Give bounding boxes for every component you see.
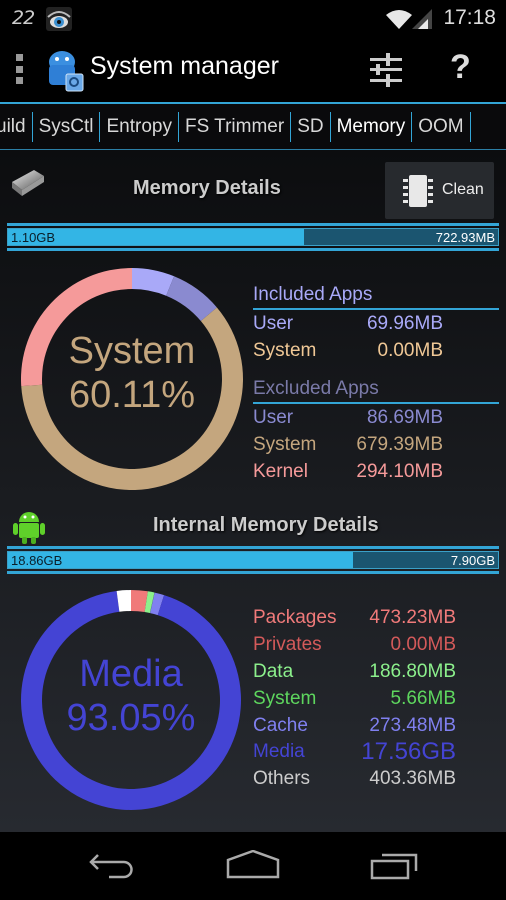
legend-value: 186.80MB (369, 660, 456, 682)
help-button[interactable]: ? (450, 48, 471, 87)
memory-details-title: Memory Details (133, 177, 281, 199)
app-logo-icon (49, 51, 84, 92)
status-bar: 22 17:18 (0, 0, 506, 38)
legend-row: User 69.96MB (253, 312, 443, 334)
excluded-apps-title: Excluded Apps (253, 378, 499, 404)
eye-notification-icon (46, 7, 72, 31)
back-icon[interactable] (88, 850, 138, 880)
home-icon[interactable] (226, 850, 280, 880)
overflow-menu-icon[interactable] (16, 54, 24, 84)
donut-category: System (68, 330, 196, 372)
app-title: System manager (90, 52, 279, 80)
legend-label: System (253, 687, 317, 709)
legend-label: Media (253, 741, 305, 763)
legend-row: System 679.39MB (253, 433, 443, 455)
legend-row: Packages 473.23MB (253, 605, 456, 632)
tab-entropy[interactable]: Entropy (100, 112, 179, 142)
legend-row: Media 17.56GB (253, 738, 456, 766)
legend-label: Privates (253, 634, 322, 656)
notification-number: 22 (12, 7, 35, 29)
storage-free-value: 7.90GB (450, 553, 495, 568)
navigation-bar (0, 832, 506, 900)
legend-row: Privates 0.00MB (253, 632, 456, 659)
action-bar: System manager ? (0, 38, 506, 102)
legend-value: 5.66MB (390, 687, 456, 709)
tab-oom[interactable]: OOM (412, 112, 471, 142)
storage-used-value: 18.86GB (11, 553, 63, 568)
tab-fs-trimmer[interactable]: FS Trimmer (179, 112, 292, 142)
ram-chip-icon (12, 170, 44, 196)
legend-row: System 0.00MB (253, 339, 443, 361)
legend-value: 473.23MB (369, 607, 456, 629)
internal-memory-title: Internal Memory Details (153, 514, 379, 536)
ram-used-value: 1.10GB (11, 230, 56, 245)
chip-icon (403, 175, 433, 207)
storage-legend: Packages 473.23MB Privates 0.00MB Data 186.80… (253, 605, 456, 793)
storage-donut-label: Media 93.05% (20, 653, 242, 740)
sliders-icon[interactable] (364, 52, 408, 88)
legend-label: Others (253, 768, 311, 790)
legend-row: Cache 273.48MB (253, 712, 456, 739)
clean-button-label: Clean (442, 181, 484, 198)
wifi-icon (386, 10, 412, 29)
tab-bar: uild SysCtl Entropy FS Trimmer SD Memory… (0, 102, 506, 154)
donut-segment-included-user (132, 268, 175, 296)
clean-button[interactable]: Clean (385, 162, 494, 219)
storage-usage-bar: 18.86GB 7.90GB (7, 546, 499, 574)
legend-label: Cache (253, 714, 308, 736)
legend-row: Kernel 294.10MB (253, 460, 443, 482)
recents-icon[interactable] (370, 850, 420, 880)
donut-percent: 60.11% (68, 373, 196, 416)
memory-donut-label: System 60.11% (20, 330, 244, 417)
tab-sd[interactable]: SD (291, 112, 331, 142)
tab-build[interactable]: uild (0, 112, 33, 142)
legend-row: System 5.66MB (253, 685, 456, 712)
donut-category: Media (79, 653, 183, 695)
tab-sysctl[interactable]: SysCtl (33, 112, 101, 142)
legend-row: Data 186.80MB (253, 659, 456, 686)
included-apps-title: Included Apps (253, 284, 499, 310)
legend-label: Packages (253, 607, 337, 629)
ram-usage-bar: 1.10GB 722.93MB (7, 223, 499, 251)
ram-free-value: 722.93MB (435, 230, 495, 245)
legend-value: 17.56GB (361, 738, 456, 766)
legend-value: 0.00MB (390, 634, 456, 656)
memory-legend: Included Apps User 69.96MB System 0.00MB… (253, 284, 499, 485)
legend-row: Others 403.36MB (253, 766, 456, 793)
clock: 17:18 (443, 6, 496, 29)
android-icon (13, 512, 45, 544)
legend-value: 273.48MB (369, 714, 456, 736)
legend-row: User 86.69MB (253, 406, 443, 428)
legend-label: Data (253, 660, 294, 682)
donut-percent: 93.05% (66, 696, 196, 739)
tab-memory[interactable]: Memory (330, 112, 413, 154)
legend-value: 403.36MB (369, 768, 456, 790)
signal-icon (412, 9, 432, 29)
